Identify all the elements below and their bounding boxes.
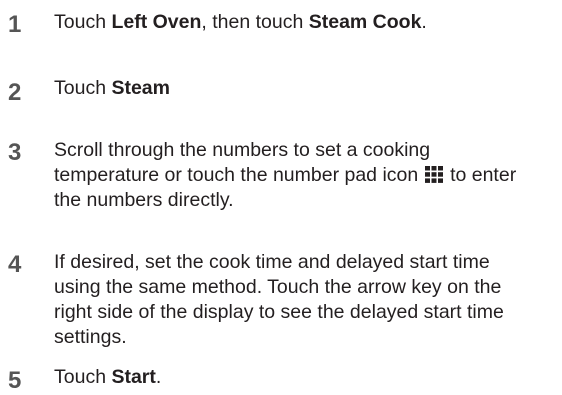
step-text-part: Touch xyxy=(54,11,112,33)
number-pad-icon xyxy=(424,166,443,183)
step-text: Touch Steam xyxy=(54,76,554,101)
step-text: Touch Left Oven, then touch Steam Cook. xyxy=(54,10,554,35)
step-text-bold: Start xyxy=(111,366,156,388)
step-number: 4 xyxy=(8,251,22,278)
step-text-part: Touch xyxy=(54,366,112,388)
step-text-part: Scroll through the numbers to set a cook… xyxy=(54,139,431,186)
step-text-bold: Steam Cook xyxy=(308,11,422,33)
step-text-part: . xyxy=(155,366,162,388)
step-text: If desired, set the cook time and delaye… xyxy=(54,250,526,350)
step-text: Scroll through the numbers to set a cook… xyxy=(54,138,532,213)
step-text-part: If desired, set the cook time and delaye… xyxy=(54,251,504,348)
step-number: 2 xyxy=(8,79,22,106)
step-number: 5 xyxy=(8,367,22,394)
step-text-part: Touch xyxy=(54,77,112,99)
step-text-bold: Left Oven xyxy=(111,11,202,33)
step-text-bold: Steam xyxy=(111,77,170,99)
step-text-part: , then touch xyxy=(201,11,309,33)
step-text-part: . xyxy=(421,11,427,33)
step-text: Touch Start. xyxy=(54,365,554,390)
instruction-steps: 1 Touch Left Oven, then touch Steam Cook… xyxy=(0,0,562,394)
step-number: 3 xyxy=(8,139,22,166)
step-number: 1 xyxy=(8,11,22,38)
